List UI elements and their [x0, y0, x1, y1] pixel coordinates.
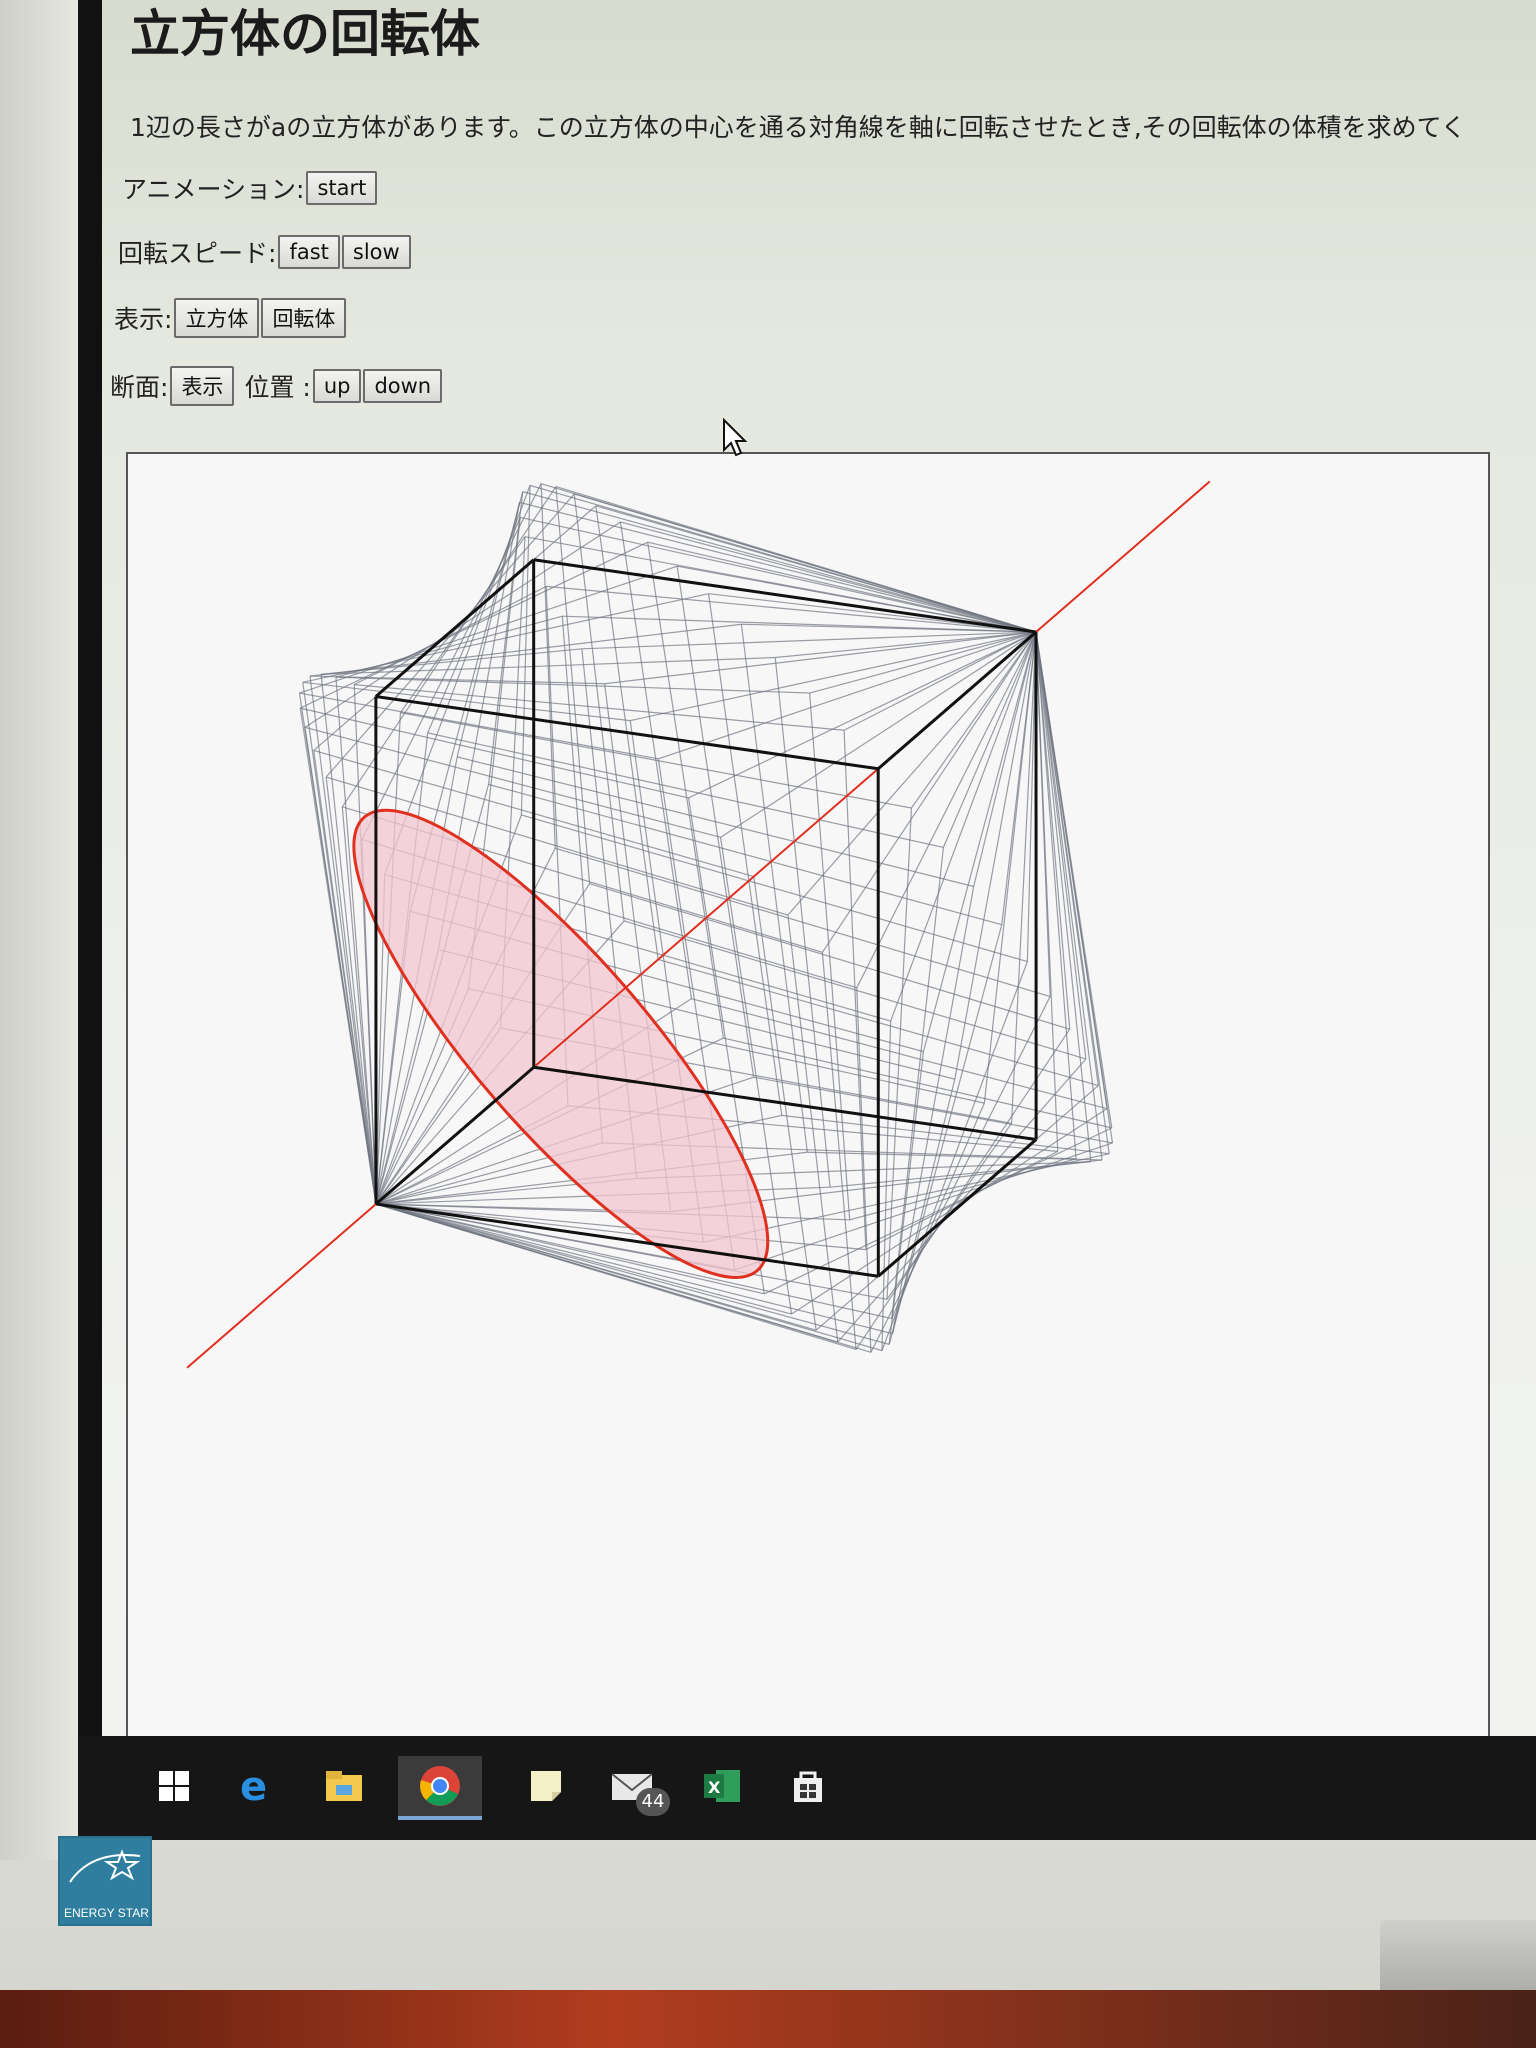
solid-wire-edge: [487, 491, 524, 785]
desk: [0, 1990, 1536, 2048]
view-controls: 表示: 立方体 回転体: [114, 298, 347, 338]
solid-wire-edge: [427, 517, 521, 734]
cube-edge: [877, 1138, 1038, 1278]
solid-wire-edge: [320, 674, 377, 1205]
slow-button[interactable]: slow: [341, 235, 411, 269]
file-explorer-icon[interactable]: [314, 1756, 374, 1816]
section-show-button[interactable]: 表示: [170, 366, 235, 406]
speed-controls: 回転スピード: fast slow: [118, 234, 411, 270]
solid-wire-edge: [1035, 631, 1108, 1109]
excel-icon[interactable]: X: [692, 1756, 752, 1816]
solid-wire-edge: [573, 493, 625, 922]
screen: 立方体の回転体 1辺の長さがaの立方体があります。この立方体の中心を通る対角線を…: [78, 0, 1536, 1840]
rotation-solid-drawing: [186, 480, 1211, 1369]
section-position-label: 位置 :: [244, 373, 311, 402]
section-controls: 断面: 表示 位置 : up down: [110, 366, 443, 406]
solid-wire-edge: [954, 631, 1037, 1080]
solid-wire-edge: [522, 491, 1037, 633]
animation-label: アニメーション:: [122, 175, 305, 204]
solid-wire-edge: [787, 631, 1037, 916]
problem-statement: 1辺の長さがaの立方体があります。この立方体の中心を通る対角線を軸に回転させたと…: [130, 113, 1466, 142]
svg-text:X: X: [708, 1778, 721, 1797]
energy-star-label: ENERGY STAR: [64, 1906, 149, 1920]
section-up-button[interactable]: up: [312, 369, 362, 403]
start-button[interactable]: start: [306, 171, 378, 205]
solid-wire-edge: [886, 1123, 1013, 1300]
solid-wire-edge: [888, 924, 1003, 1345]
solid-wire-edge: [488, 783, 1002, 926]
speed-label: 回転スピード:: [118, 239, 277, 268]
monitor-bezel-left: [0, 0, 78, 1860]
solid-wire-edge: [399, 536, 526, 713]
solid-wire-edge: [304, 727, 377, 1205]
cube-view-button[interactable]: 立方体: [174, 298, 260, 338]
solid-wire-edge: [891, 1102, 985, 1319]
solid-wire-edge: [837, 1058, 1087, 1343]
solid-wire-edge: [325, 493, 575, 778]
energy-star-logo: ENERGY STAR: [58, 1836, 152, 1926]
monitor-stand: [1380, 1920, 1536, 2000]
edge-icon[interactable]: e: [226, 1756, 286, 1816]
solid-wire-edge: [973, 631, 1037, 887]
mail-icon[interactable]: 44: [602, 1756, 670, 1816]
svg-text:e: e: [240, 1766, 267, 1806]
page-title: 立方体の回転体: [130, 5, 480, 63]
solid-wire-edge: [787, 914, 839, 1343]
cube-edge: [533, 558, 1037, 634]
solid-wire-edge: [400, 712, 912, 809]
solid-wire-edge: [1035, 631, 1092, 1162]
browser-page: 立方体の回転体 1辺の長さがaの立方体があります。この立方体の中心を通る対角線を…: [102, 0, 1536, 1736]
fast-button[interactable]: fast: [278, 235, 340, 269]
mail-badge: 44: [636, 1788, 670, 1816]
mouse-cursor-icon: [723, 418, 748, 457]
solid-view-button[interactable]: 回転体: [261, 298, 347, 338]
solid-wire-edge: [891, 847, 945, 1319]
taskbar: e 44 X: [78, 1736, 1536, 1840]
solid-wire-edge: [1035, 631, 1077, 1159]
solid-wire-edge: [856, 631, 1037, 989]
chrome-icon[interactable]: [398, 1756, 482, 1820]
store-icon[interactable]: [778, 1756, 838, 1816]
solid-wire-edge: [855, 1028, 1071, 1350]
solid-wire-edge: [942, 631, 1037, 848]
solid-wire-edge: [1035, 631, 1071, 1030]
solid-wire-edge: [520, 516, 1037, 633]
solid-wire-edge: [910, 631, 1037, 809]
section-down-button[interactable]: down: [363, 369, 443, 403]
cube-edge: [374, 558, 535, 698]
solid-wire-edge: [341, 486, 557, 808]
sticky-notes-icon[interactable]: [516, 1756, 576, 1816]
render-canvas[interactable]: [126, 452, 1490, 1736]
view-label: 表示:: [114, 305, 173, 334]
section-label: 断面:: [110, 373, 169, 402]
animation-controls: アニメーション: start: [122, 170, 378, 206]
solid-wire-edge: [335, 677, 377, 1205]
solid-wire-edge: [888, 1051, 925, 1345]
windows-start-icon[interactable]: [144, 1756, 204, 1816]
solid-wire-edge: [529, 484, 1037, 633]
solid-wire-edge: [519, 501, 1037, 633]
